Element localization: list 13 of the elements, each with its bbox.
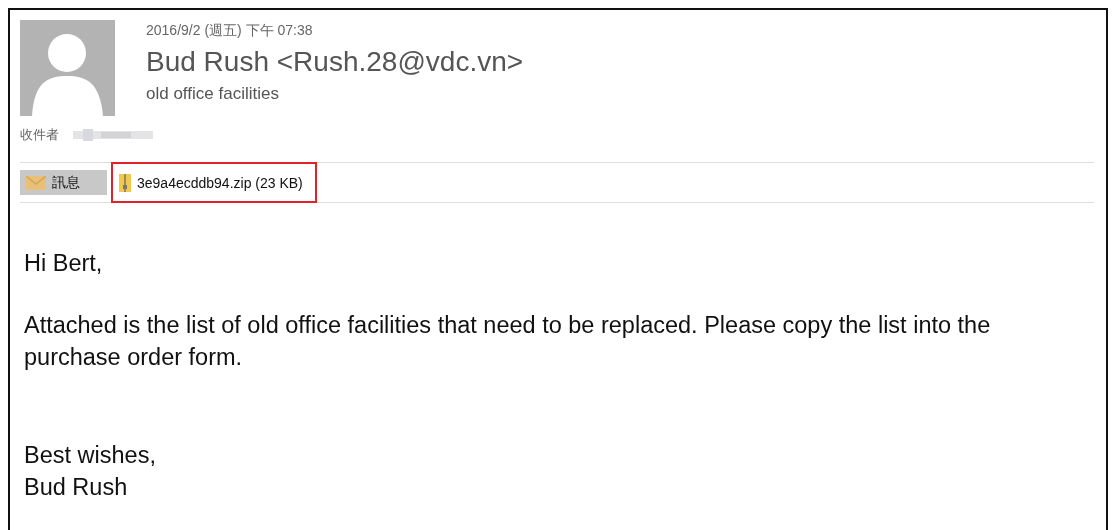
attachment-tab[interactable]: 3e9a4ecddb94.zip (23 KB): [113, 164, 315, 201]
closing-line: Bud Rush: [24, 473, 129, 502]
avatar-icon: [20, 20, 115, 116]
zip-file-icon: [119, 173, 131, 192]
message-tab[interactable]: 訊息: [20, 170, 107, 195]
sender-name: Bud Rush <Rush.28@vdc.vn>: [146, 46, 524, 78]
envelope-icon: [26, 175, 46, 190]
closing-line: Best wishes,: [24, 441, 157, 470]
body-paragraph: Attached is the list of old office facilities that need to be replaced. Please copy the list into the purchase order form.: [24, 311, 992, 372]
recipient-label: 收件者: [20, 126, 59, 144]
email-subject: old office facilities: [146, 84, 280, 104]
sent-date: 2016/9/2 (週五) 下午 07:38: [146, 22, 314, 40]
greeting-text: Hi Bert,: [24, 249, 104, 278]
